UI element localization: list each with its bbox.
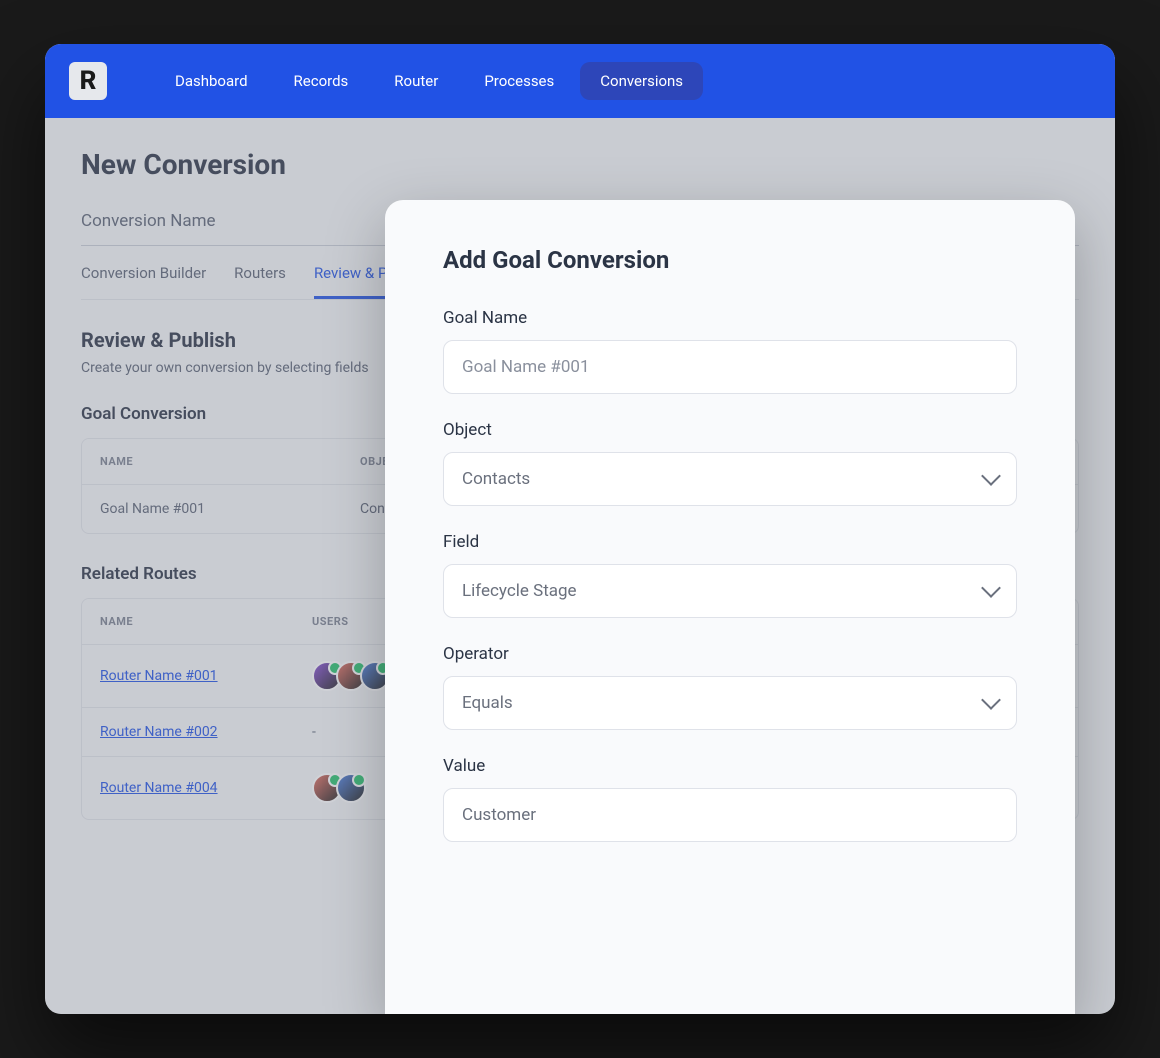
topbar: R DashboardRecordsRouterProcessesConvers… — [45, 44, 1115, 118]
field-select-value: Lifecycle Stage — [462, 581, 577, 601]
top-nav: DashboardRecordsRouterProcessesConversio… — [155, 62, 703, 100]
modal-title: Add Goal Conversion — [443, 246, 1017, 274]
value-input-text: Customer — [462, 805, 536, 825]
chevron-down-icon — [981, 466, 1001, 486]
goal-name-input[interactable] — [443, 340, 1017, 394]
object-label: Object — [443, 420, 1017, 440]
operator-select[interactable]: Equals — [443, 676, 1017, 730]
value-input[interactable]: Customer — [443, 788, 1017, 842]
object-select[interactable]: Contacts — [443, 452, 1017, 506]
add-goal-modal: Add Goal Conversion Goal Name Object Con… — [385, 200, 1075, 1014]
nav-item-records[interactable]: Records — [274, 62, 369, 100]
value-label: Value — [443, 756, 1017, 776]
nav-item-processes[interactable]: Processes — [464, 62, 574, 100]
field-select[interactable]: Lifecycle Stage — [443, 564, 1017, 618]
chevron-down-icon — [981, 578, 1001, 598]
operator-select-value: Equals — [462, 693, 513, 713]
field-label: Field — [443, 532, 1017, 552]
app-frame: R DashboardRecordsRouterProcessesConvers… — [45, 44, 1115, 1014]
logo: R — [69, 62, 107, 100]
goal-name-label: Goal Name — [443, 308, 1017, 328]
nav-item-conversions[interactable]: Conversions — [580, 62, 703, 100]
nav-item-dashboard[interactable]: Dashboard — [155, 62, 268, 100]
operator-label: Operator — [443, 644, 1017, 664]
object-select-value: Contacts — [462, 469, 530, 489]
nav-item-router[interactable]: Router — [374, 62, 458, 100]
chevron-down-icon — [981, 690, 1001, 710]
